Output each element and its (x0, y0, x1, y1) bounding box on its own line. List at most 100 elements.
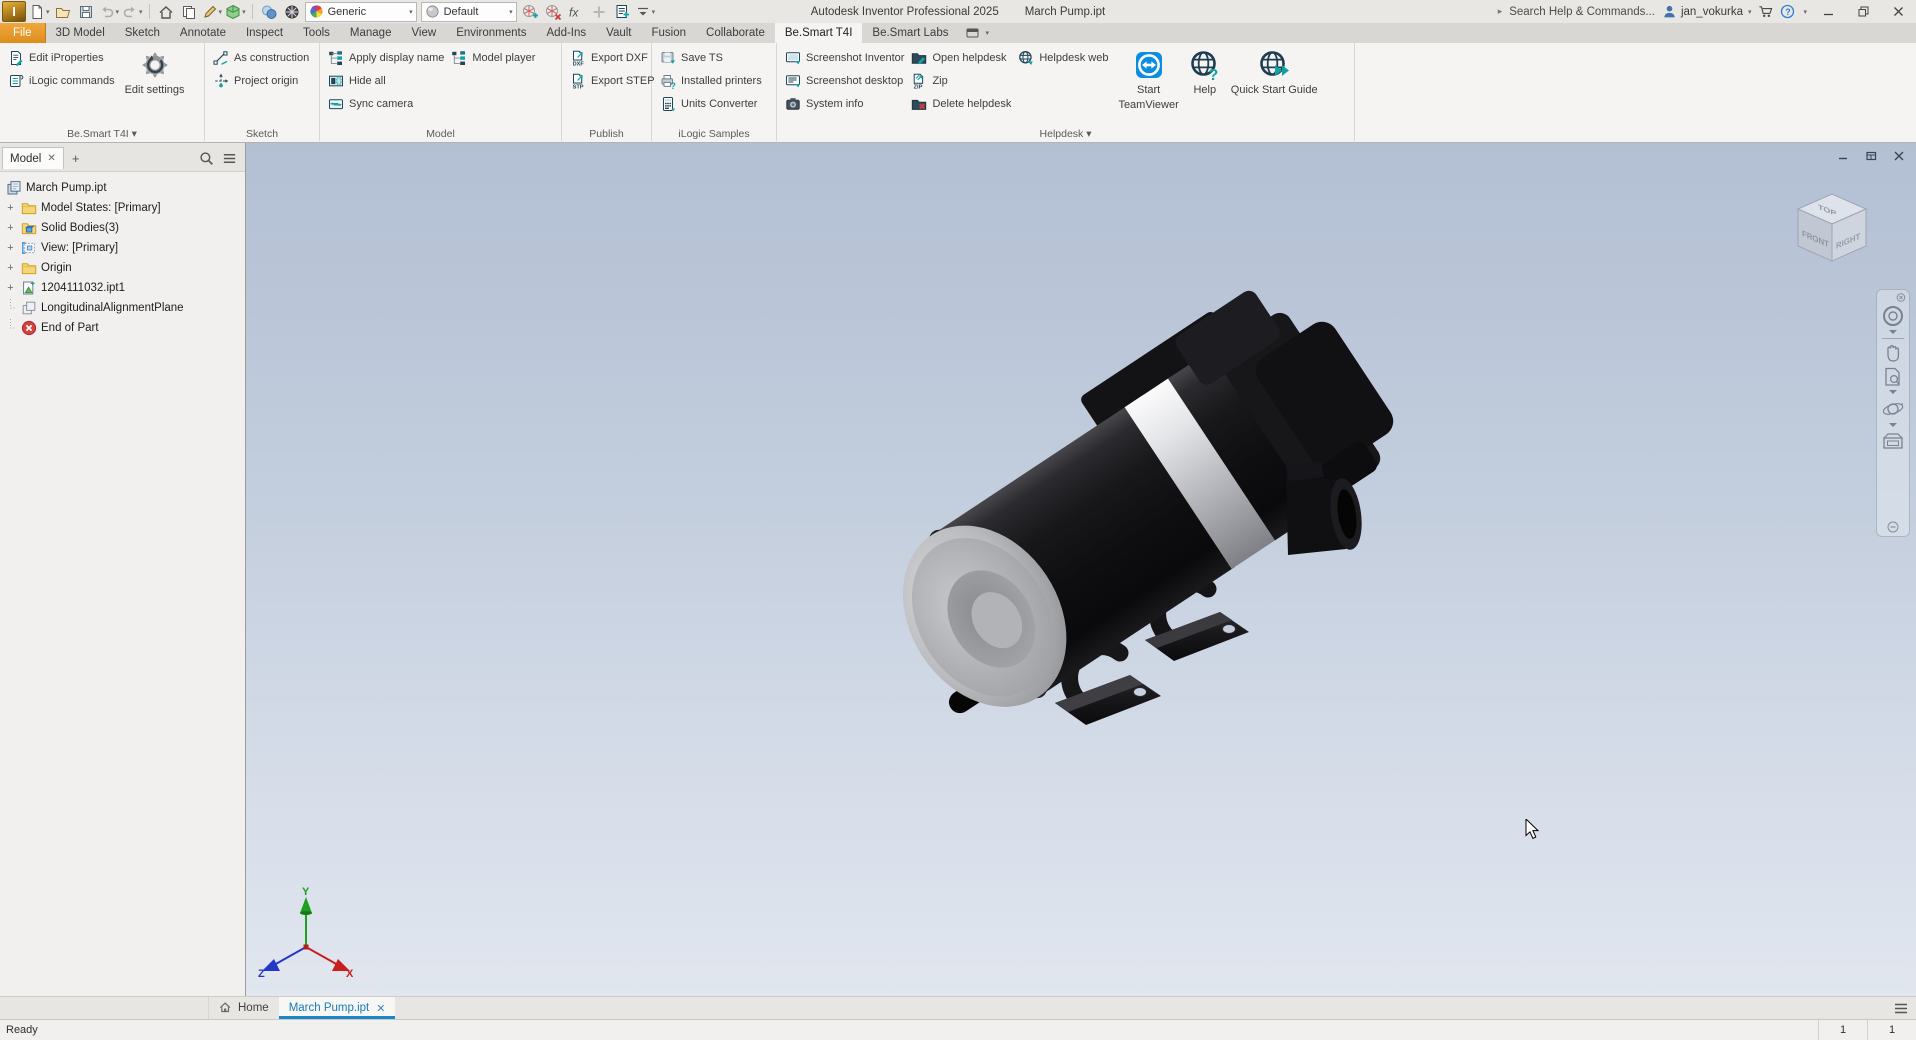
viewcube[interactable]: TOP FRONT RIGHT (1786, 185, 1878, 269)
hamburger-menu-icon[interactable] (222, 151, 237, 166)
material-select[interactable]: Generic ▾ (305, 2, 417, 22)
expand-icon[interactable]: + (4, 222, 17, 234)
expand-icon[interactable]: + (4, 202, 17, 214)
measure-plus-button[interactable] (588, 2, 610, 22)
window-close-button[interactable] (1884, 1, 1912, 22)
navbar-menu-icon[interactable] (1887, 521, 1899, 533)
ribbon-tab-manage[interactable]: Manage (340, 23, 402, 43)
viewport-3d[interactable]: TOP FRONT RIGHT (246, 143, 1916, 996)
as-construction-button[interactable]: As construction (211, 46, 314, 69)
ribbon-tab-view[interactable]: View (401, 23, 446, 43)
tree-item-longitudinalalignmentplane[interactable]: LongitudinalAlignmentPlane (0, 298, 245, 318)
ribbon-tab-environments[interactable]: Environments (446, 23, 536, 43)
qat-more-button[interactable]: ▾ (634, 2, 657, 22)
helpdesk-web-button[interactable]: Helpdesk web (1016, 46, 1113, 69)
project-origin-button[interactable]: Project origin (211, 69, 314, 92)
expand-icon[interactable]: + (4, 262, 17, 274)
tree-item-model-states-primary-[interactable]: +Model States: [Primary] (0, 198, 245, 218)
orbit-icon[interactable] (1881, 397, 1905, 421)
export-dxf-button[interactable]: DXFExport DXF (568, 46, 660, 69)
tree-item-view-primary-[interactable]: +View: [Primary] (0, 238, 245, 258)
chevron-down-icon[interactable] (1889, 330, 1897, 335)
redo-button[interactable]: ▾ (121, 2, 144, 22)
render-wheel-button[interactable] (281, 2, 303, 22)
inventor-app-icon[interactable]: I (2, 1, 26, 22)
ribbon-tab-collaborate[interactable]: Collaborate (696, 23, 775, 43)
sketch-pencil-button[interactable]: ▾ (201, 2, 224, 22)
edit-settings-gear-button[interactable]: Edit settings (120, 46, 190, 122)
tree-item-solid-bodies-3-[interactable]: +Solid Bodies(3) (0, 218, 245, 238)
quick-start-button[interactable]: Quick Start Guide (1226, 46, 1323, 122)
tab-list-menu-icon[interactable] (1894, 1003, 1908, 1014)
new-document-button[interactable]: ▾ (28, 2, 51, 22)
parameters-fx-button[interactable]: fx (565, 2, 587, 22)
ribbon-tab-annotate[interactable]: Annotate (170, 23, 236, 43)
ribbon-tab-inspect[interactable]: Inspect (236, 23, 293, 43)
ribbon-tab-3d-model[interactable]: 3D Model (46, 23, 115, 43)
add-browser-tab-button[interactable]: + (66, 151, 86, 166)
doc-close-icon[interactable] (1890, 149, 1908, 163)
tab-march-pump[interactable]: March Pump.ipt ✕ (279, 997, 396, 1019)
installed-printers-button[interactable]: ?Installed printers (658, 69, 767, 92)
ribbon-tab-be-smart-t4i[interactable]: Be.Smart T4I (775, 23, 863, 43)
pump-3d-model[interactable] (246, 143, 1916, 996)
panel-label[interactable]: Be.Smart T4I ▾ (0, 128, 204, 140)
screenshot-desktop-button[interactable]: Screenshot desktop (783, 69, 909, 92)
browser-tab-model[interactable]: Model ✕ (2, 147, 64, 169)
appearance-clear-button[interactable] (542, 2, 564, 22)
expand-icon[interactable]: + (4, 242, 17, 254)
window-minimize-button[interactable] (1814, 1, 1842, 22)
ilogic-commands-button[interactable]: iLogic commands (6, 69, 120, 92)
home-button[interactable] (155, 2, 177, 22)
sync-camera-button[interactable]: Sync camera (326, 92, 449, 115)
navigation-wheel-icon[interactable] (1881, 304, 1905, 328)
ribbon-tab-fusion[interactable]: Fusion (642, 23, 697, 43)
tree-item-origin[interactable]: +Origin (0, 258, 245, 278)
window-restore-button[interactable] (1849, 1, 1877, 22)
chevron-down-icon[interactable] (1889, 423, 1897, 428)
tree-item-1204111032-ipt1[interactable]: +1204111032.ipt1 (0, 278, 245, 298)
hide-all-button[interactable]: Hide all (326, 69, 449, 92)
doc-restore-icon[interactable] (1862, 149, 1880, 163)
tree-item-march-pump-ipt[interactable]: March Pump.ipt (0, 178, 245, 198)
store-cart-icon[interactable] (1758, 4, 1773, 19)
save-ts-button[interactable]: Save TS (658, 46, 767, 69)
edit-iproperties-button[interactable]: Edit iProperties (6, 46, 120, 69)
close-icon[interactable]: ✕ (47, 153, 55, 164)
ribbon-tab-be-smart-labs[interactable]: Be.Smart Labs (862, 23, 958, 43)
look-at-icon[interactable] (1881, 430, 1905, 452)
save-button[interactable] (75, 2, 97, 22)
account-menu[interactable]: jan_vokurka ▾ (1662, 4, 1752, 19)
tree-item-end-of-part[interactable]: End of Part (0, 318, 245, 338)
ribbon-tab-vault[interactable]: Vault (596, 23, 641, 43)
pan-hand-icon[interactable] (1882, 342, 1904, 364)
search-icon[interactable] (199, 151, 214, 166)
pane-arrow-icon[interactable]: ▸ (1498, 6, 1503, 17)
export-step-button[interactable]: STPExport STEP (568, 69, 660, 92)
apply-display-name-button[interactable]: Apply display name (326, 46, 449, 69)
panel-label[interactable]: Helpdesk ▾ (777, 128, 1354, 140)
ribbon-tab-add-ins[interactable]: Add-Ins (537, 23, 597, 43)
chevron-down-icon[interactable] (1889, 390, 1897, 395)
zip-button[interactable]: ZIPZip (909, 69, 1016, 92)
teamviewer-button[interactable]: StartTeamViewer (1113, 46, 1183, 122)
tab-home[interactable]: Home (209, 997, 279, 1019)
appearance-add-button[interactable] (519, 2, 541, 22)
help-menu-icon[interactable]: ? (1780, 4, 1795, 19)
ribbon-tab-sketch[interactable]: Sketch (115, 23, 170, 43)
units-converter-button[interactable]: Units Converter (658, 92, 767, 115)
system-info-button[interactable]: System info (783, 92, 909, 115)
appearance-select[interactable]: Default ▾ (421, 2, 517, 22)
close-icon[interactable]: ✕ (376, 1002, 385, 1015)
open-folder-button[interactable] (52, 2, 74, 22)
delete-helpdesk-button[interactable]: Delete helpdesk (909, 92, 1016, 115)
ribbon-tab-tools[interactable]: Tools (293, 23, 340, 43)
undo-button[interactable]: ▾ (98, 2, 121, 22)
bom-document-button[interactable] (611, 2, 633, 22)
doc-minimize-icon[interactable] (1834, 149, 1852, 163)
copy-pages-button[interactable] (178, 2, 200, 22)
open-helpdesk-button[interactable]: Open helpdesk (909, 46, 1016, 69)
navbar-close-icon[interactable] (1880, 293, 1906, 302)
help-globe-button[interactable]: ?Help (1184, 46, 1226, 122)
model-player-button[interactable]: Model player (449, 46, 540, 69)
